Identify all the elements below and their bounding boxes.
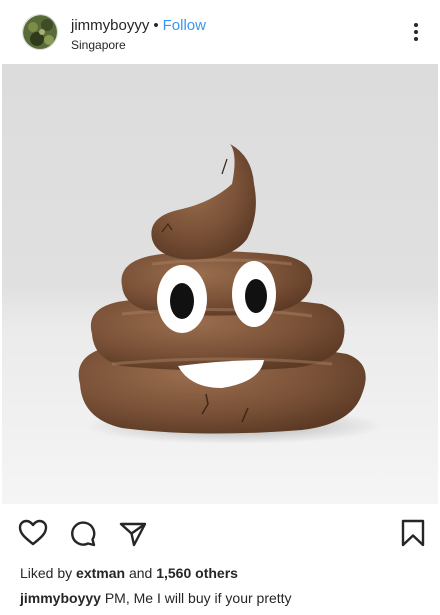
- likes-summary: Liked by extman and 1,560 others: [20, 565, 238, 581]
- likes-joiner: and: [128, 565, 153, 581]
- liker-username[interactable]: extman: [76, 565, 125, 581]
- likes-prefix: Liked by: [20, 565, 73, 581]
- comment-icon[interactable]: [68, 518, 98, 548]
- caption-username[interactable]: jimmyboyyy: [20, 590, 101, 606]
- post-image[interactable]: [2, 64, 438, 504]
- caption: jimmyboyyy PM, Me I will buy if your pre…: [20, 590, 292, 606]
- username-link[interactable]: jimmyboyyy: [71, 17, 149, 34]
- post-header: jimmyboyyy • Follow Singapore: [0, 0, 440, 64]
- more-options-icon[interactable]: [412, 22, 420, 42]
- follow-button[interactable]: Follow: [163, 17, 206, 34]
- location-link[interactable]: Singapore: [71, 38, 126, 52]
- instagram-post: jimmyboyyy • Follow Singapore Liked by e…: [0, 0, 440, 615]
- avatar[interactable]: [22, 14, 58, 50]
- username-row: jimmyboyyy • Follow: [71, 17, 206, 34]
- likes-others-link[interactable]: 1,560 others: [156, 565, 238, 581]
- poop-emoji-illustration: [78, 144, 384, 444]
- bookmark-icon[interactable]: [398, 518, 428, 548]
- separator-dot: •: [153, 17, 159, 34]
- caption-text: PM, Me I will buy if your pretty: [104, 590, 292, 606]
- heart-icon[interactable]: [18, 518, 48, 548]
- action-bar: [0, 510, 440, 556]
- share-icon[interactable]: [118, 518, 148, 548]
